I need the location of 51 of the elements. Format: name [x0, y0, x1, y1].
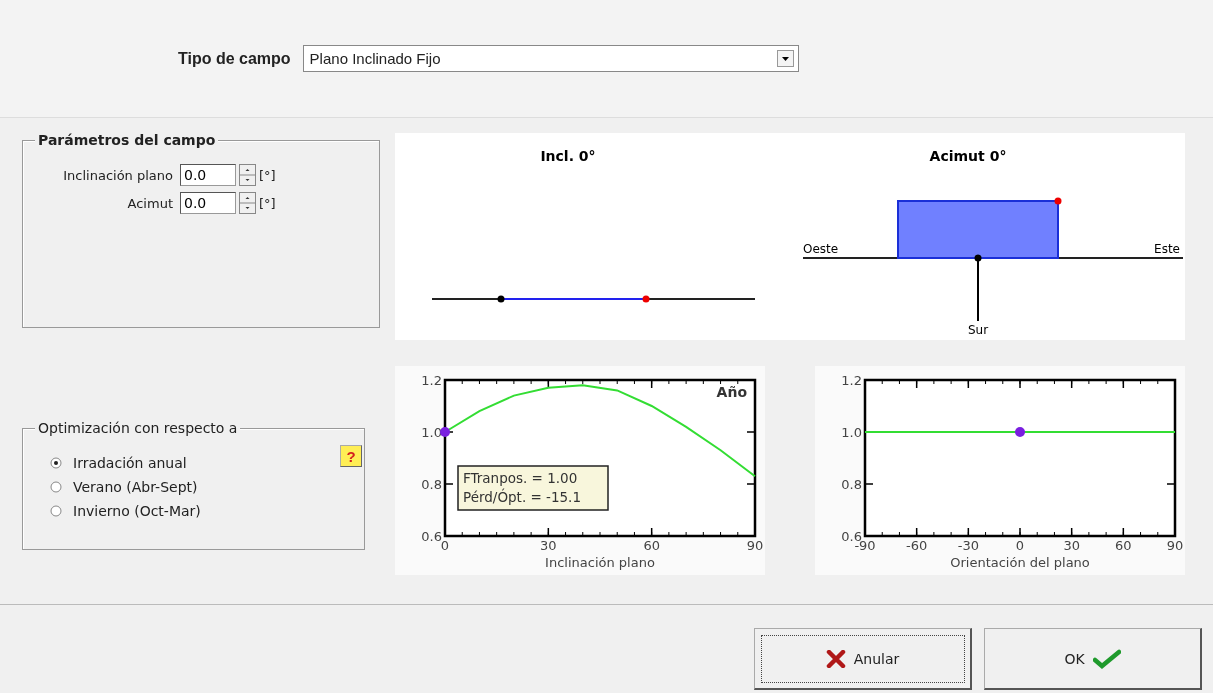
x-tick-label: 90 [1166, 538, 1184, 553]
ok-button[interactable]: OK [984, 628, 1202, 690]
field-label: Inclinación plano [62, 167, 173, 183]
radio-button[interactable] [50, 481, 62, 493]
unit-label: [°] [259, 195, 276, 211]
x-tick-label: 90 [746, 538, 764, 553]
field-label: Acimut [126, 195, 173, 211]
x-tick-label: 0 [440, 538, 450, 553]
east-label: Este [1154, 242, 1180, 256]
cancel-button[interactable]: Anular [754, 628, 972, 690]
radio-button[interactable] [50, 457, 62, 469]
radio-option[interactable]: Irradación anual [50, 451, 187, 475]
help-button[interactable]: ? [340, 445, 362, 467]
group-title: Optimización con respecto a [35, 420, 241, 436]
field-type-label: Tipo de campo [178, 49, 291, 68]
chart-marker [1015, 427, 1025, 437]
number-field[interactable]: 0.0 [180, 192, 236, 214]
x-tick-label: -30 [957, 538, 979, 553]
spin-button[interactable] [239, 164, 256, 186]
radio-button[interactable] [50, 505, 62, 517]
azimuth-title: Acimut 0° [929, 148, 1007, 164]
x-tick-label: 60 [1115, 538, 1132, 553]
radio-option[interactable]: Invierno (Oct-Mar) [50, 499, 201, 523]
y-tick-label: 1.2 [841, 373, 862, 388]
y-tick-label: 1.0 [841, 425, 862, 440]
unit-label: [°] [259, 167, 276, 183]
close-icon [825, 649, 846, 668]
y-tick-label: 0.6 [421, 529, 442, 544]
south-label: Sur [967, 323, 989, 337]
y-tick-label: 1.2 [421, 373, 442, 388]
series-label: Año [716, 384, 747, 400]
check-icon [1092, 648, 1121, 669]
y-tick-label: 0.8 [841, 477, 862, 492]
x-tick-label: 30 [540, 538, 557, 553]
radio-option[interactable]: Verano (Abr-Sept) [50, 475, 198, 499]
x-tick-label: 30 [1063, 538, 1080, 553]
x-axis-label: Inclinación plano [545, 555, 655, 570]
y-tick-label: 1.0 [421, 425, 442, 440]
group-title: Parámetros del campo [35, 132, 219, 148]
info-tooltip: FTranpos. = 1.00 Pérd/Ópt. = -15.1 [457, 465, 609, 511]
chart-marker [440, 427, 450, 437]
west-label: Oeste [803, 242, 839, 256]
x-axis-label: Orientación del plano [950, 555, 1090, 570]
x-tick-label: -60 [906, 538, 928, 553]
y-tick-label: 0.8 [421, 477, 442, 492]
x-tick-label: 60 [643, 538, 660, 553]
field-type-dropdown[interactable]: Plano Inclinado Fijo [302, 45, 799, 72]
tilt-title: Incl. 0° [540, 148, 596, 164]
spin-button[interactable] [239, 192, 256, 214]
number-field[interactable]: 0.0 [180, 164, 236, 186]
x-tick-label: 0 [1015, 538, 1025, 553]
